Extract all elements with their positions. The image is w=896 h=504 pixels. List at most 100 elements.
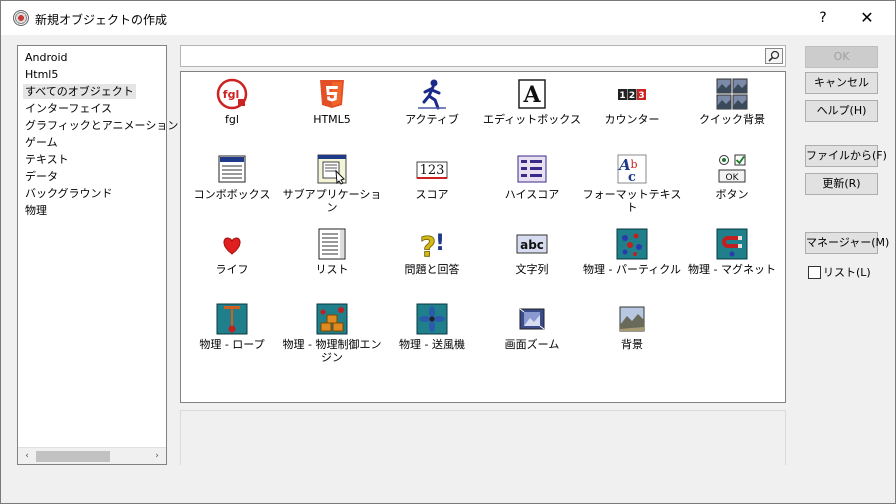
edit-box-icon: A (516, 78, 548, 110)
formatted-text-icon: Abc (616, 153, 648, 185)
category-item-physics[interactable]: 物理 (18, 202, 166, 219)
cancel-button[interactable]: キャンセル (805, 72, 878, 94)
question-answer-icon: ?! (416, 228, 448, 260)
search-input[interactable] (183, 48, 761, 64)
background-icon (616, 303, 648, 335)
object-item-counter[interactable]: 123 カウンター (582, 75, 682, 145)
object-item-active[interactable]: アクティブ (382, 75, 482, 145)
object-item-formatted-text[interactable]: Abc フォーマットテキスト (582, 150, 682, 220)
object-item-question-answer[interactable]: ?! 問題と回答 (382, 225, 482, 295)
scroll-left-arrow-icon[interactable]: ‹ (20, 449, 34, 464)
category-item-data[interactable]: データ (18, 168, 166, 185)
object-label: 物理 - ロープ (199, 338, 265, 351)
category-item-interface[interactable]: インターフェイス (18, 100, 166, 117)
svg-text:abc: abc (520, 238, 544, 252)
object-item-background[interactable]: 背景 (582, 300, 682, 370)
object-item-physics-magnet[interactable]: 物理 - マグネット (682, 225, 782, 295)
object-item-fgl[interactable]: fgl fgl (182, 75, 282, 145)
object-label: 物理 - マグネット (688, 263, 776, 276)
object-label: ボタン (715, 188, 749, 201)
object-item-physics-rope[interactable]: 物理 - ロープ (182, 300, 282, 370)
button-icon: OK (716, 153, 748, 185)
counter-icon: 123 (616, 78, 648, 110)
object-item-combo-box[interactable]: コンボボックス (182, 150, 282, 220)
category-list[interactable]: Android Html5 すべてのオブジェクト インターフェイス グラフィック… (17, 45, 178, 465)
object-label: ライフ (215, 263, 249, 276)
object-item-edit-box[interactable]: A エディットボックス (482, 75, 582, 145)
object-item-physics-particle[interactable]: 物理 - パーティクル (582, 225, 682, 295)
ok-button[interactable]: OK (805, 46, 878, 68)
checkbox-box[interactable] (808, 266, 821, 279)
close-button[interactable]: ✕ (853, 7, 881, 29)
physics-fan-icon (416, 303, 448, 335)
refresh-button[interactable]: 更新(R) (805, 173, 878, 195)
physics-rope-icon (216, 303, 248, 335)
category-item-graphics-animation[interactable]: グラフィックとアニメーション (18, 117, 178, 134)
category-item-all-objects[interactable]: すべてのオブジェクト (18, 83, 166, 100)
category-item-text[interactable]: テキスト (18, 151, 166, 168)
horizontal-scrollbar[interactable]: ‹ › (18, 447, 166, 464)
object-item-screen-zoom[interactable]: 画面ズーム (482, 300, 582, 370)
object-item-button[interactable]: OK ボタン (682, 150, 782, 220)
svg-text:123: 123 (420, 163, 445, 178)
svg-text:OK: OK (726, 173, 740, 183)
html5-icon (316, 78, 348, 110)
new-object-dialog: 新規オブジェクトの作成 ? ✕ Android Html5 すべてのオブジェクト… (0, 0, 896, 504)
help-title-button[interactable]: ? (811, 7, 835, 29)
object-item-sub-application[interactable]: サブアプリケーション (282, 150, 382, 220)
category-item-game[interactable]: ゲーム (18, 134, 166, 151)
object-item-html5[interactable]: HTML5 (282, 75, 382, 145)
help-button[interactable]: ヘルプ(H) (805, 100, 878, 122)
search-icon[interactable] (765, 48, 783, 64)
score-icon: 123 (416, 153, 448, 185)
object-label: 画面ズーム (504, 338, 560, 351)
scroll-right-arrow-icon[interactable]: › (150, 449, 164, 464)
svg-text:1: 1 (619, 91, 625, 101)
object-grid: fgl fgl HTML5 アクティブ A エディットボックス 123 カウンタ… (180, 71, 786, 403)
object-label: リスト (315, 263, 349, 276)
physics-particle-icon (616, 228, 648, 260)
window-title: 新規オブジェクトの作成 (35, 13, 168, 27)
category-item-html5[interactable]: Html5 (18, 66, 166, 83)
title-bar[interactable]: 新規オブジェクトの作成 ? ✕ (1, 1, 895, 35)
category-item-android[interactable]: Android (18, 49, 166, 66)
object-label: カウンター (604, 113, 660, 126)
object-label: 物理 - 物理制御エンジン (282, 338, 382, 364)
object-label: エディットボックス (483, 113, 581, 126)
object-item-physics-engine[interactable]: 物理 - 物理制御エンジン (282, 300, 382, 370)
object-item-list[interactable]: リスト (282, 225, 382, 295)
object-label: 文字列 (515, 263, 549, 276)
active-runner-icon (416, 78, 448, 110)
manager-button[interactable]: マネージャー(M) (805, 232, 889, 254)
hi-score-icon (516, 153, 548, 185)
object-item-string[interactable]: abc 文字列 (482, 225, 582, 295)
object-label: スコア (415, 188, 449, 201)
lives-heart-icon (216, 228, 248, 260)
list-view-checkbox-label: リスト(L) (823, 266, 871, 279)
string-icon: abc (516, 228, 548, 260)
svg-text:!: ! (435, 231, 445, 256)
object-label: フォーマットテキスト (582, 188, 682, 214)
object-item-hi-score[interactable]: ハイスコア (482, 150, 582, 220)
from-file-button[interactable]: ファイルから(F) (805, 145, 887, 167)
app-icon (13, 10, 29, 26)
object-label: 背景 (621, 338, 643, 351)
scroll-thumb[interactable] (36, 451, 110, 462)
object-label: ハイスコア (504, 188, 560, 201)
category-item-background[interactable]: バックグラウンド (18, 185, 166, 202)
object-label: 問題と回答 (404, 263, 460, 276)
physics-magnet-icon (716, 228, 748, 260)
object-item-score[interactable]: 123 スコア (382, 150, 482, 220)
object-label: HTML5 (313, 113, 351, 126)
svg-text:?: ? (420, 230, 436, 260)
svg-text:fgl: fgl (223, 88, 239, 101)
object-label: アクティブ (405, 113, 459, 126)
object-item-lives[interactable]: ライフ (182, 225, 282, 295)
combo-box-icon (216, 153, 248, 185)
object-item-quick-background[interactable]: クイック背景 (682, 75, 782, 145)
object-label: サブアプリケーション (282, 188, 382, 214)
quick-background-icon (716, 78, 748, 110)
fgl-icon: fgl (216, 78, 248, 110)
list-view-checkbox[interactable]: リスト(L) (808, 265, 871, 281)
object-item-physics-fan[interactable]: 物理 - 送風機 (382, 300, 482, 370)
